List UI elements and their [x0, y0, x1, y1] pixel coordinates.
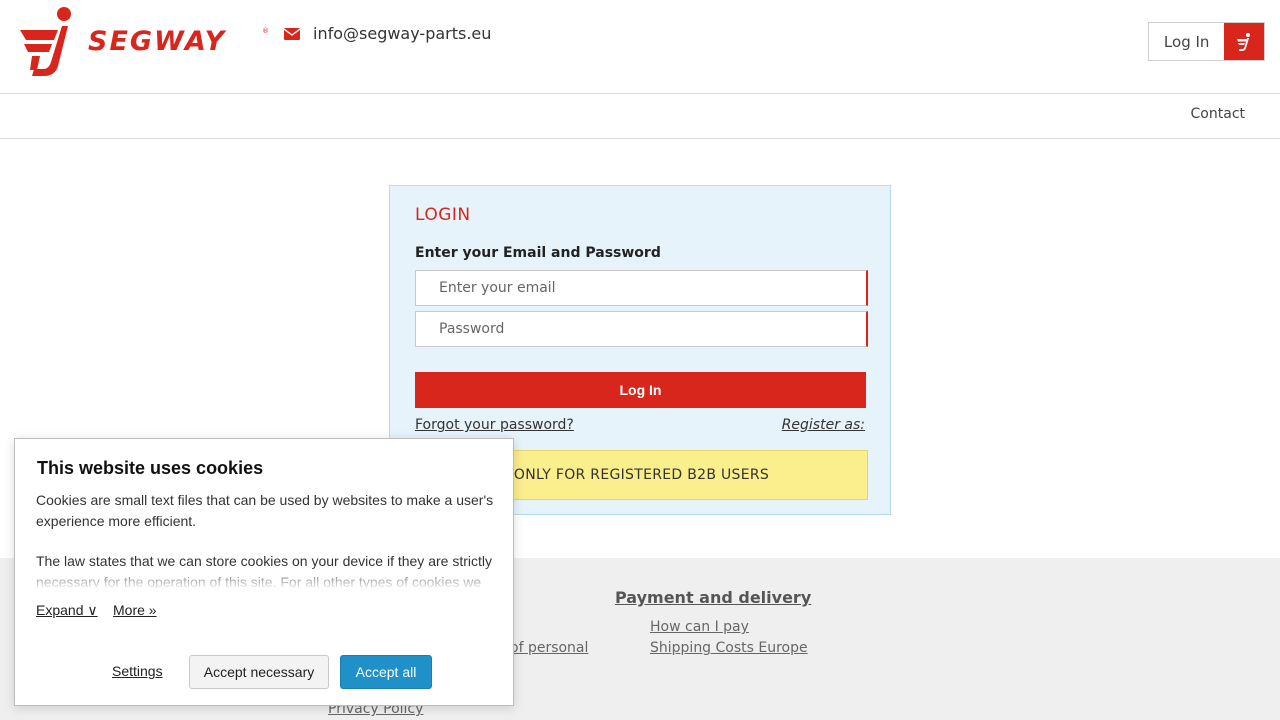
cookie-text-fade: [36, 565, 501, 589]
login-submit-button[interactable]: Log In: [415, 372, 866, 408]
password-field[interactable]: [415, 311, 868, 347]
email-input[interactable]: [439, 280, 866, 296]
password-input[interactable]: [439, 321, 866, 337]
segway-logo-mark-icon: [20, 7, 71, 76]
envelope-icon: [284, 27, 300, 40]
footer-link-how-can-i-pay[interactable]: How can I pay: [650, 619, 749, 635]
cookie-more-link[interactable]: More »: [113, 602, 157, 618]
cookie-expand-link[interactable]: Expand ∨: [36, 602, 98, 619]
register-link[interactable]: Register as:: [782, 417, 865, 433]
footer-link-personal-data[interactable]: of personal: [510, 640, 588, 656]
email-address: info@segway-parts.eu: [313, 24, 492, 43]
segway-logo[interactable]: SEGWAY ®: [18, 6, 270, 78]
footer-link-shipping-costs[interactable]: Shipping Costs Europe: [650, 640, 808, 656]
cookie-paragraph-1: Cookies are small text files that can be…: [36, 492, 494, 529]
logo-registered-mark: ®: [262, 27, 269, 35]
cookie-title: This website uses cookies: [37, 458, 264, 478]
header-login-label: Log In: [1163, 32, 1210, 51]
contact-email[interactable]: info@segway-parts.eu: [284, 24, 491, 43]
nav-item-contact[interactable]: Contact: [1191, 106, 1245, 122]
cookie-settings-link[interactable]: Settings: [112, 663, 163, 679]
accept-all-button[interactable]: Accept all: [340, 655, 432, 689]
accept-necessary-button[interactable]: Accept necessary: [189, 655, 329, 689]
site-header: SEGWAY ® info@segway-parts.eu Log In: [0, 0, 1280, 94]
login-title: LOGIN: [415, 205, 471, 225]
footer-heading-payment[interactable]: Payment and delivery: [615, 588, 811, 607]
logo-wordmark: SEGWAY: [88, 26, 227, 57]
main-nav: Contact: [0, 94, 1280, 139]
login-subtitle: Enter your Email and Password: [415, 245, 661, 261]
header-login-button[interactable]: Log In: [1148, 22, 1265, 61]
email-field[interactable]: [415, 270, 868, 306]
cookie-consent-dialog: This website uses cookies Cookies are sm…: [14, 438, 514, 706]
segway-user-icon: [1224, 23, 1264, 60]
forgot-password-link[interactable]: Forgot your password?: [415, 417, 574, 433]
